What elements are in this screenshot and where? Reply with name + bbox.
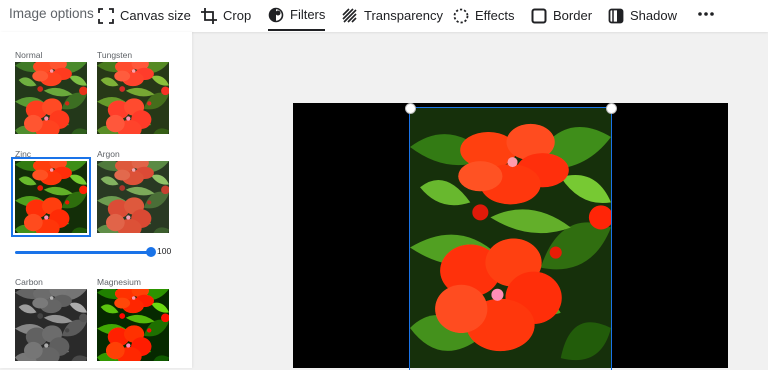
border-button[interactable]: Border (531, 0, 592, 31)
resize-handle-top-right[interactable] (606, 103, 617, 114)
border-icon (531, 8, 547, 23)
shadow-button[interactable]: Shadow (608, 0, 677, 31)
filter-thumbnail[interactable] (97, 62, 169, 134)
filter-thumbnail[interactable] (11, 157, 91, 237)
more-horizontal-icon[interactable] (697, 5, 715, 23)
filter-label: Carbon (15, 277, 43, 287)
filter-thumbnail[interactable] (97, 161, 169, 233)
toolbar-title: Image options (9, 6, 94, 21)
filter-magnesium[interactable]: Magnesium (97, 276, 173, 361)
toolbar: Image options Canvas size Crop Filters T… (0, 0, 768, 32)
filter-thumbnail[interactable] (15, 62, 87, 134)
effects-label: Effects (475, 8, 515, 23)
resize-handle-top-left[interactable] (405, 103, 416, 114)
filter-intensity-slider[interactable] (15, 246, 156, 258)
filter-zinc[interactable]: Zinc (11, 148, 91, 237)
slider-value: 100 (157, 246, 172, 256)
crop-button[interactable]: Crop (201, 0, 251, 31)
effects-button[interactable]: Effects (453, 0, 515, 31)
image-canvas (293, 103, 728, 370)
filters-tab[interactable]: Filters (268, 0, 326, 31)
slider-track (15, 251, 151, 254)
filter-label: Normal (15, 50, 43, 60)
shadow-label: Shadow (630, 8, 677, 23)
crop-label: Crop (223, 8, 252, 23)
filters-label: Filters (290, 7, 326, 22)
border-label: Border (553, 8, 593, 23)
filter-thumbnail[interactable] (97, 289, 169, 361)
filters-panel: Normal Tungsten Zinc Argon 100 Carbon Ma… (0, 32, 192, 368)
transparency-button[interactable]: Transparency (342, 0, 443, 31)
expand-icon (98, 7, 114, 24)
filters-icon (268, 7, 284, 22)
shadow-icon (608, 8, 624, 23)
filter-label: Argon (97, 149, 120, 159)
filter-carbon[interactable]: Carbon (15, 276, 91, 361)
crop-icon (201, 7, 217, 24)
edited-photo[interactable] (410, 107, 611, 368)
filter-label: Zinc (15, 149, 32, 159)
transparency-icon (342, 7, 357, 23)
filter-thumbnail[interactable] (15, 289, 87, 361)
filter-normal[interactable]: Normal (15, 49, 91, 134)
filter-tungsten[interactable]: Tungsten (97, 49, 173, 134)
canvas-size-label: Canvas size (120, 8, 191, 23)
slider-knob[interactable] (146, 247, 156, 257)
filter-label: Tungsten (97, 50, 133, 60)
filter-argon[interactable]: Argon (97, 148, 173, 233)
canvas-size-button[interactable]: Canvas size (98, 0, 191, 31)
transparency-label: Transparency (364, 8, 443, 23)
filter-label: Magnesium (97, 277, 141, 287)
effects-icon (453, 8, 469, 23)
